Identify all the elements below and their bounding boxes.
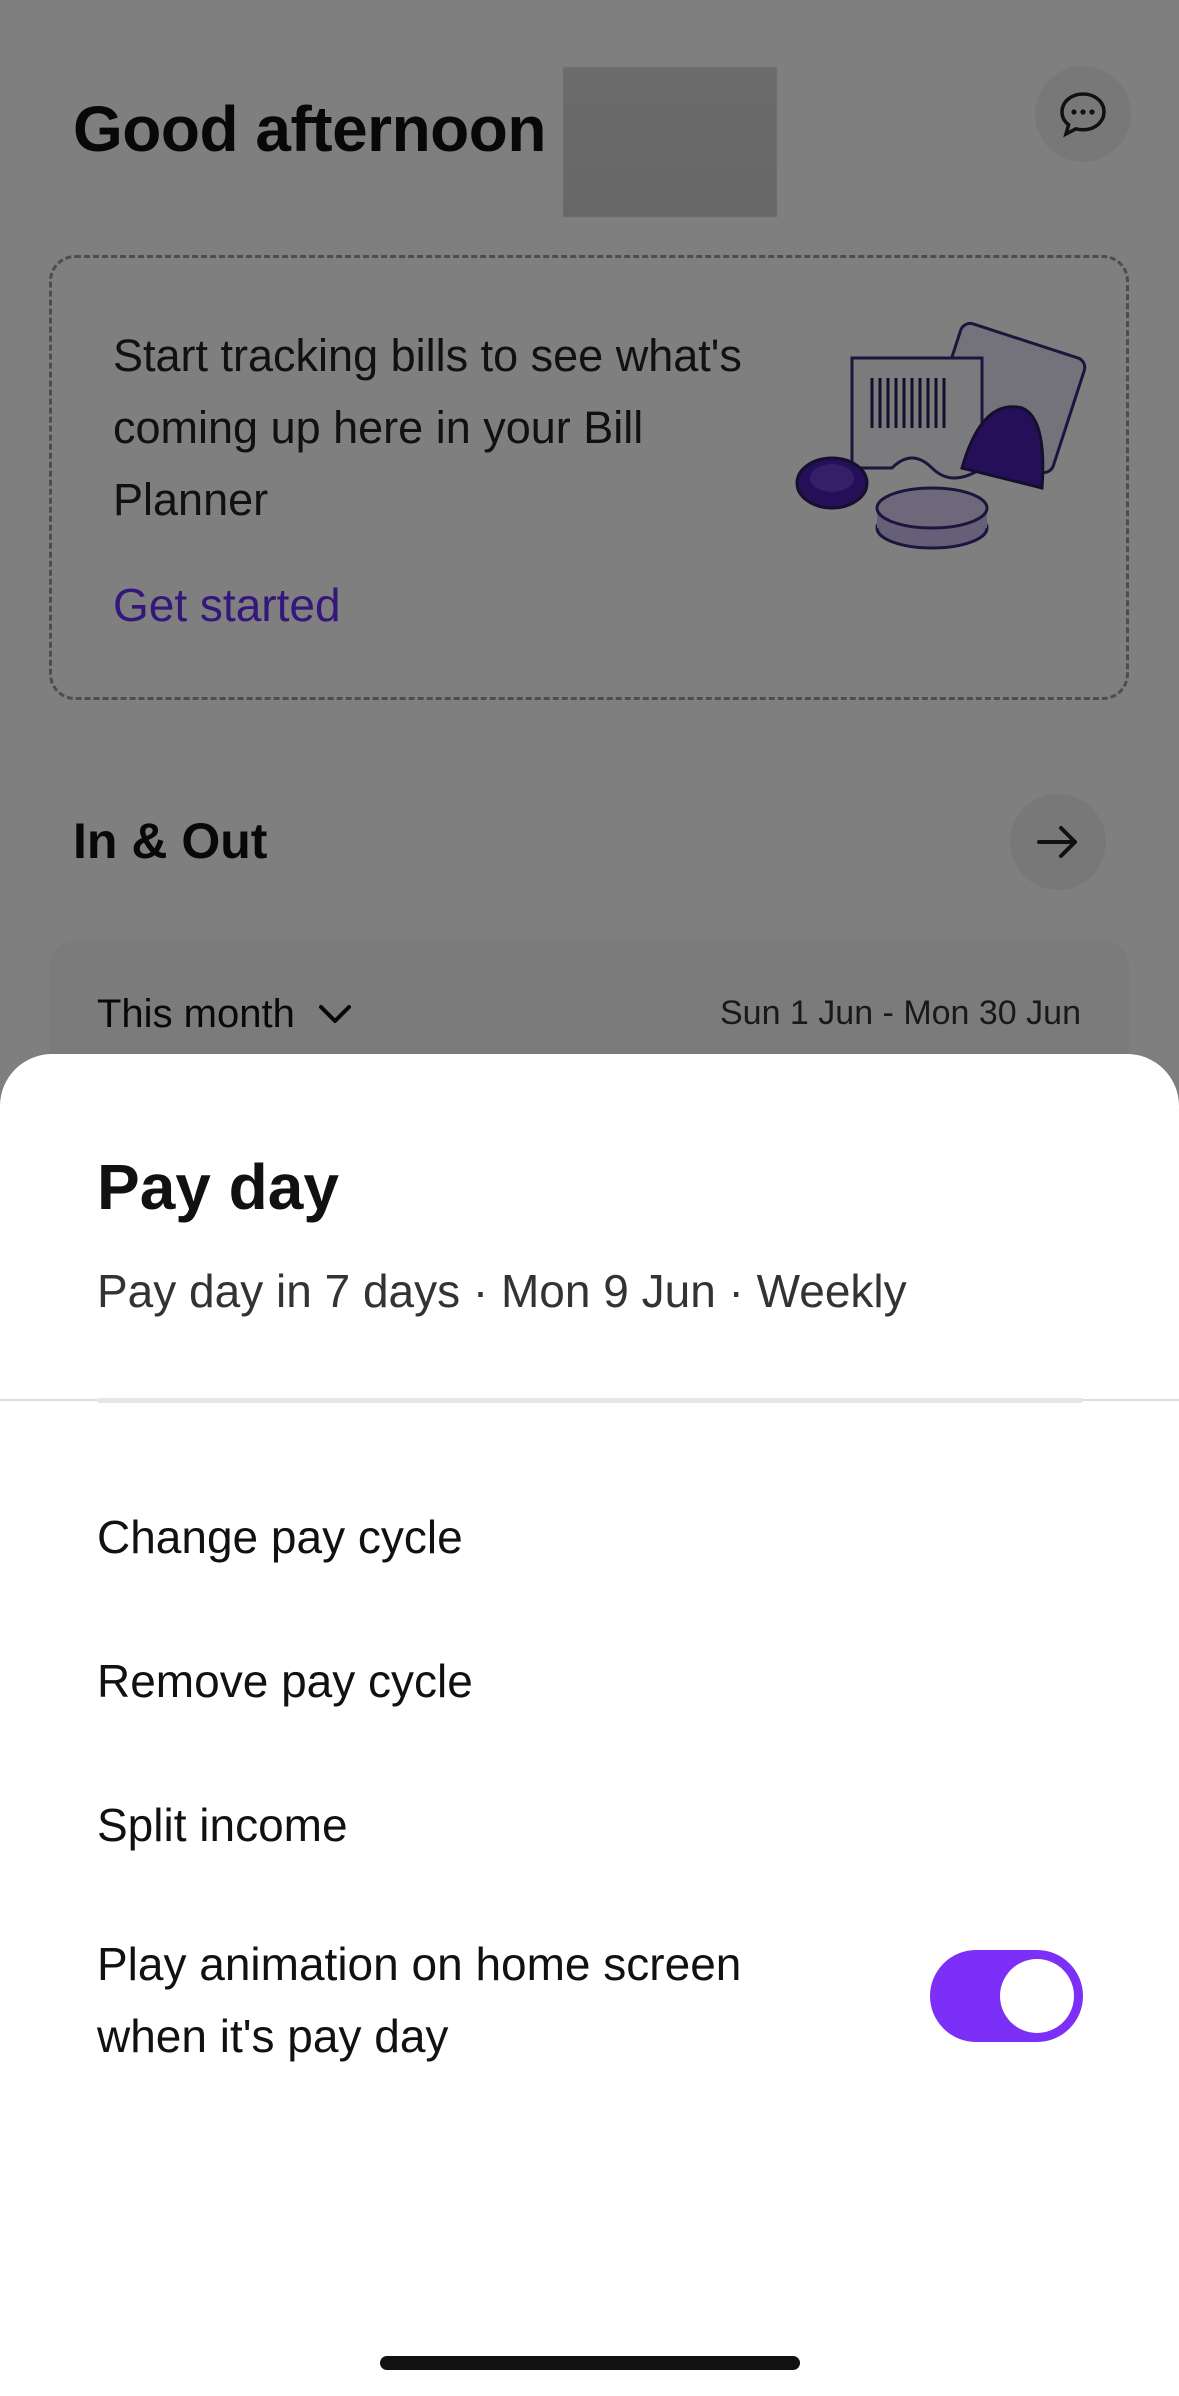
pay-day-animation-label: Play animation on home screen when it's … (97, 1938, 742, 2062)
home-indicator[interactable] (380, 2356, 800, 2370)
divider-accent (97, 1398, 1083, 1403)
toggle-knob (1000, 1959, 1074, 2033)
change-pay-cycle-option[interactable]: Change pay cycle (97, 1510, 463, 1564)
pay-day-bottom-sheet: Pay day Pay day in 7 days · Mon 9 Jun · … (0, 1054, 1179, 2396)
sheet-title: Pay day (97, 1151, 339, 1223)
split-income-option[interactable]: Split income (97, 1798, 348, 1852)
pay-day-animation-toggle[interactable] (930, 1950, 1083, 2042)
remove-pay-cycle-option[interactable]: Remove pay cycle (97, 1654, 473, 1708)
pay-day-summary: Pay day in 7 days · Mon 9 Jun · Weekly (97, 1265, 907, 1317)
